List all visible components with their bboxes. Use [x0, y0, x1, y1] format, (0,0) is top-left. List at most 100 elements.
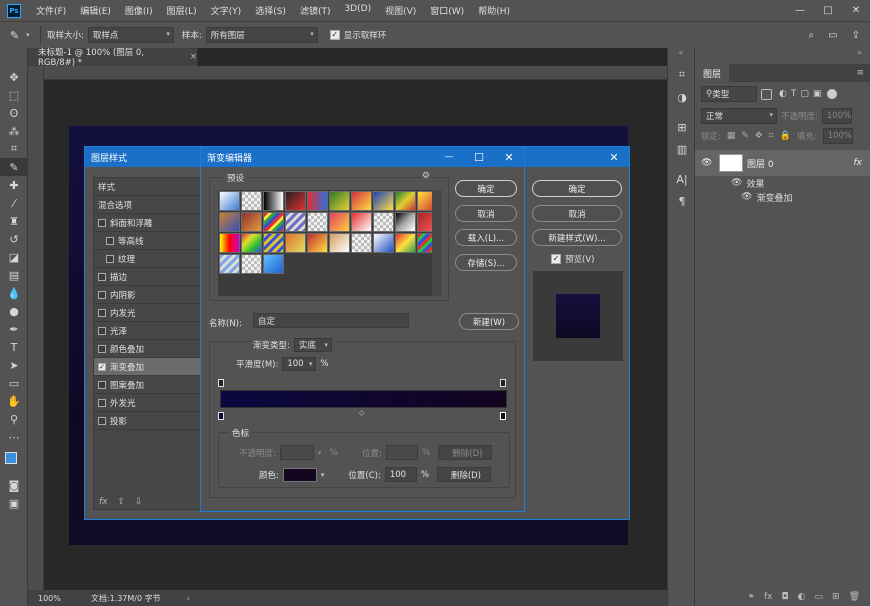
- load-button[interactable]: 载入(L)...: [455, 229, 517, 246]
- lock-pixels-icon[interactable]: ✎: [741, 131, 749, 141]
- gradient-preset-swatch[interactable]: [263, 191, 284, 211]
- gradient-preset-swatch[interactable]: [329, 212, 350, 232]
- gradient-preset-swatch[interactable]: [373, 233, 394, 253]
- eyedropper-tool-icon[interactable]: ✎: [0, 158, 28, 176]
- menu-item[interactable]: 文件(F): [29, 4, 73, 17]
- delete-layer-icon[interactable]: 🗑: [849, 592, 860, 602]
- gradient-preset-swatch[interactable]: [373, 212, 394, 232]
- gradient-preset-swatch[interactable]: [329, 233, 350, 253]
- blur-tool-icon[interactable]: 💧: [0, 284, 28, 302]
- eyedropper-icon[interactable]: ✎: [10, 29, 24, 42]
- arrow-down-icon[interactable]: ⇩: [135, 497, 143, 507]
- gradient-preset-swatch[interactable]: [263, 254, 284, 274]
- layer-style-ok-button[interactable]: 确定: [532, 180, 622, 197]
- delete-opacity-stop-button[interactable]: 删除(D): [438, 445, 493, 460]
- close-tab-icon[interactable]: ×: [190, 52, 197, 62]
- collapse-icon[interactable]: »: [695, 48, 870, 64]
- style-list-item[interactable]: 描边: [94, 268, 200, 286]
- gradient-preset-swatch[interactable]: [241, 233, 262, 253]
- quick-mask-icon[interactable]: ◙: [0, 476, 28, 494]
- gradient-preset-swatch[interactable]: [285, 191, 306, 211]
- fill-input[interactable]: 100%: [822, 128, 853, 144]
- arrow-up-icon[interactable]: ⇧: [118, 497, 126, 507]
- chevron-right-icon[interactable]: ›: [187, 594, 190, 603]
- style-checkbox[interactable]: [98, 416, 106, 425]
- style-checkbox[interactable]: [98, 380, 106, 389]
- presets-scrollbar[interactable]: [432, 190, 442, 296]
- eraser-tool-icon[interactable]: ◪: [0, 248, 28, 266]
- blend-mode-select[interactable]: 正常 ▾: [701, 108, 777, 124]
- chevron-down-icon[interactable]: ▾: [26, 31, 34, 39]
- effect-item-row[interactable]: 👁 渐变叠加: [695, 190, 870, 204]
- maximize-icon[interactable]: ☐: [464, 147, 494, 167]
- color-location-input[interactable]: 100: [384, 467, 417, 482]
- crop-tool-icon[interactable]: ⌗: [0, 140, 28, 158]
- minimize-button[interactable]: —: [786, 5, 814, 16]
- shape-filter-icon[interactable]: ▢: [800, 89, 809, 99]
- more-tools-icon[interactable]: ⋯: [0, 428, 28, 446]
- delete-color-stop-button[interactable]: 删除(D): [436, 467, 491, 482]
- menu-item[interactable]: 图层(L): [160, 4, 204, 17]
- zoom-level[interactable]: 100%: [38, 594, 61, 603]
- menu-item[interactable]: 滤镜(T): [293, 4, 338, 17]
- gradient-preset-swatch[interactable]: [307, 212, 328, 232]
- properties-icon[interactable]: ◑: [668, 86, 696, 108]
- gradient-preset-swatch[interactable]: [329, 191, 350, 211]
- lock-position-icon[interactable]: ✥: [755, 131, 763, 141]
- opacity-stop-right[interactable]: [500, 379, 506, 387]
- move-tool-icon[interactable]: ✥: [0, 68, 28, 86]
- style-checkbox[interactable]: [98, 398, 106, 407]
- menu-item[interactable]: 视图(V): [378, 4, 423, 17]
- tab-layers[interactable]: 图层: [695, 64, 730, 82]
- style-checkbox[interactable]: [98, 326, 106, 335]
- menu-item[interactable]: 3D(D): [337, 4, 378, 17]
- smoothness-input[interactable]: 100 ▾: [282, 357, 317, 371]
- fx-icon[interactable]: fx: [99, 497, 108, 507]
- clone-stamp-tool-icon[interactable]: ♜: [0, 212, 28, 230]
- rectangle-tool-icon[interactable]: ▭: [0, 374, 28, 392]
- style-list-item[interactable]: 纹理: [94, 250, 200, 268]
- visibility-eye-icon[interactable]: 👁: [731, 178, 742, 188]
- share-icon[interactable]: ⇪: [852, 30, 860, 41]
- new-adjustment-icon[interactable]: ◐: [798, 592, 806, 602]
- style-list-item[interactable]: 颜色叠加: [94, 340, 200, 358]
- magic-wand-tool-icon[interactable]: ⁂: [0, 122, 28, 140]
- marquee-tool-icon[interactable]: ⬚: [0, 86, 28, 104]
- healing-brush-tool-icon[interactable]: ✚: [0, 176, 28, 194]
- sample-size-select[interactable]: 取样点 ▾: [87, 27, 174, 43]
- style-list-item[interactable]: 光泽: [94, 322, 200, 340]
- filter-toggle-icon[interactable]: [827, 89, 838, 99]
- type-filter-icon[interactable]: T: [791, 89, 797, 99]
- image-filter-icon[interactable]: [761, 88, 772, 100]
- gradient-cancel-button[interactable]: 取消: [455, 205, 517, 222]
- new-group-icon[interactable]: ▭: [815, 592, 824, 602]
- style-list-item[interactable]: 混合选项: [94, 196, 200, 214]
- zoom-tool-icon[interactable]: ⚲: [0, 410, 28, 428]
- search-icon[interactable]: ⌕: [809, 30, 815, 41]
- minimize-icon[interactable]: —: [434, 147, 464, 167]
- menu-item[interactable]: 帮助(H): [471, 4, 517, 17]
- gradient-type-select[interactable]: 实底 ▾: [293, 338, 332, 352]
- document-tab[interactable]: 未标题-1 @ 100% (图层 0, RGB/8#) * ×: [28, 48, 198, 68]
- close-icon[interactable]: ✕: [599, 147, 629, 167]
- color-stop-left[interactable]: [218, 412, 224, 420]
- save-button[interactable]: 存储(S)...: [455, 254, 517, 271]
- layer-name[interactable]: 图层 0: [747, 157, 774, 170]
- filter-type-select[interactable]: ⚲ 类型: [701, 86, 757, 102]
- type-tool-icon[interactable]: T: [0, 338, 28, 356]
- style-list-item[interactable]: 外发光: [94, 394, 200, 412]
- name-input[interactable]: 自定: [253, 313, 409, 328]
- stop-opacity-input[interactable]: [279, 445, 314, 460]
- style-list-item[interactable]: 样式: [94, 178, 200, 196]
- gradient-preset-swatch[interactable]: [241, 212, 262, 232]
- gradient-preset-swatch[interactable]: [395, 191, 416, 211]
- gradient-preset-swatch[interactable]: [219, 254, 240, 274]
- color-stop-right[interactable]: [500, 412, 506, 420]
- style-list-item[interactable]: 等高线: [94, 232, 200, 250]
- style-checkbox[interactable]: [98, 308, 106, 317]
- effects-row[interactable]: 👁 效果: [695, 176, 870, 190]
- lock-transparent-icon[interactable]: ▦: [727, 131, 736, 141]
- gradient-preset-swatch[interactable]: [219, 191, 240, 211]
- gradient-preset-swatch[interactable]: [285, 212, 306, 232]
- gradient-ok-button[interactable]: 确定: [455, 180, 517, 197]
